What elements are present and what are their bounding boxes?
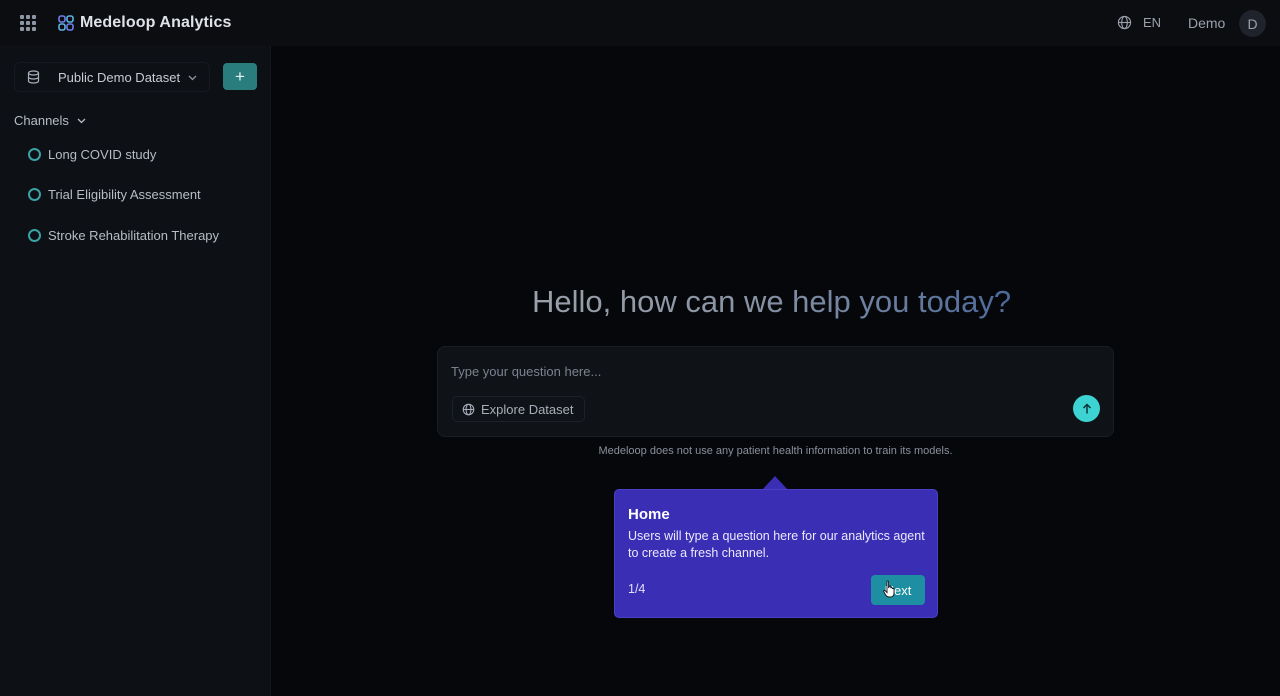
question-input[interactable] xyxy=(451,361,1071,381)
globe-icon xyxy=(1117,15,1132,30)
brand[interactable]: Medeloop Analytics xyxy=(58,12,231,34)
channel-label: Long COVID study xyxy=(48,147,157,162)
tour-pointer xyxy=(762,476,788,490)
channel-item[interactable]: Stroke Rehabilitation Therapy xyxy=(28,228,219,243)
channel-status-icon xyxy=(28,148,41,161)
channel-item[interactable]: Trial Eligibility Assessment xyxy=(28,187,201,202)
greeting-heading: Hello, how can we help you today? xyxy=(532,284,1012,319)
explore-dataset-label: Explore Dataset xyxy=(481,401,574,417)
tour-popover: Home Users will type a question here for… xyxy=(614,489,938,618)
channel-label: Stroke Rehabilitation Therapy xyxy=(48,228,220,243)
chevron-down-icon xyxy=(77,118,86,124)
app-name: Medeloop Analytics xyxy=(80,14,232,31)
language-selector[interactable]: EN xyxy=(1117,15,1161,30)
apps-grid-icon[interactable] xyxy=(20,15,36,31)
question-composer: Explore Dataset xyxy=(437,346,1114,437)
explore-dataset-button[interactable]: Explore Dataset xyxy=(452,396,585,422)
medeloop-logo xyxy=(58,15,74,31)
chevron-down-icon xyxy=(188,75,197,81)
tour-next-button[interactable]: Next xyxy=(871,575,925,605)
globe-icon xyxy=(462,403,475,415)
database-icon xyxy=(27,70,40,84)
user-name[interactable]: Demo xyxy=(1188,15,1225,31)
tour-description: Users will type a question here for our … xyxy=(628,529,925,560)
dataset-label: Public Demo Dataset xyxy=(58,70,181,85)
arrow-up-icon xyxy=(1082,403,1091,413)
channel-status-icon xyxy=(28,229,41,242)
top-bar: Medeloop Analytics EN Demo D xyxy=(0,0,1280,46)
language-label: EN xyxy=(1143,15,1162,30)
add-channel-button[interactable]: + xyxy=(223,63,257,90)
avatar[interactable]: D xyxy=(1239,10,1266,37)
channel-status-icon xyxy=(28,188,41,201)
tour-step-counter: 1/4 xyxy=(628,582,646,596)
channels-toggle[interactable]: Channels xyxy=(14,113,87,128)
channel-item[interactable]: Long COVID study xyxy=(28,147,156,162)
send-button[interactable] xyxy=(1073,395,1100,422)
channels-heading: Channels xyxy=(14,113,69,128)
tour-title: Home xyxy=(628,506,670,523)
sidebar: Public Demo Dataset + Channels Long COVI… xyxy=(0,46,271,696)
privacy-disclaimer: Medeloop does not use any patient health… xyxy=(598,445,953,457)
channel-label: Trial Eligibility Assessment xyxy=(48,187,201,202)
dataset-selector[interactable]: Public Demo Dataset xyxy=(14,62,210,92)
